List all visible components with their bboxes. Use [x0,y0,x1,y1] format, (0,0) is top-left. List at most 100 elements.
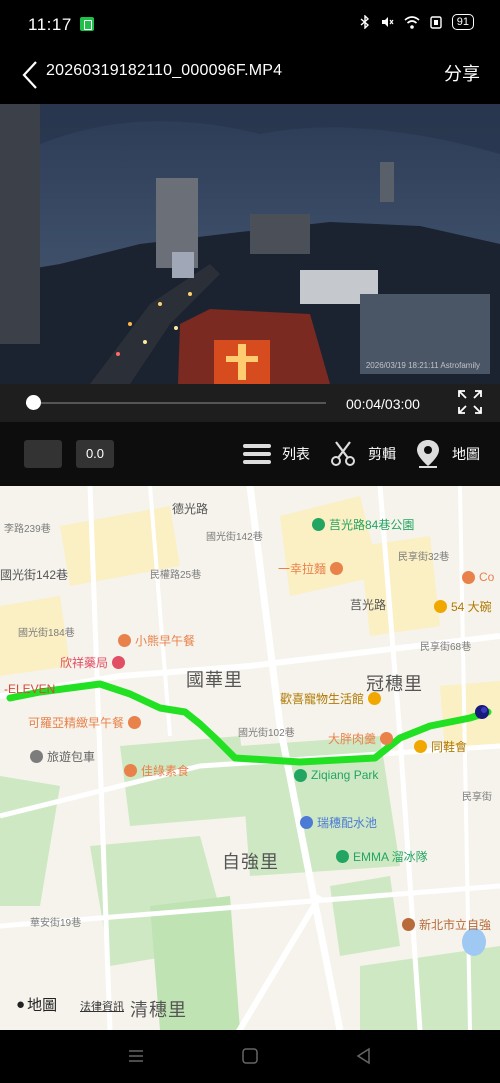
district-label: 清穗里 [130,1000,187,1020]
restaurant-icon [118,634,131,647]
app-notification-icon [80,17,94,31]
map-pin-icon [417,440,439,468]
map-label: 地圖 [452,446,480,462]
street-label: 民享街68巷 [420,642,472,653]
restaurant-icon [380,732,394,745]
playback-time: 00:04/03:00 [346,396,420,412]
poi-label: 欣祥藥局 [60,656,109,670]
poi-label: 新北市立自強 [419,918,492,932]
map-poi[interactable]: 瑞穗配水池 [300,814,377,831]
poi-label: 大胖肉羹 [328,732,377,746]
district-label: 國華里 [186,670,243,690]
shop-icon [368,692,382,705]
status-bar: 11:17 91 [0,0,500,50]
pharmacy-icon [112,656,126,669]
back-arrow-icon[interactable] [18,58,42,92]
street-label: 民享街 [462,792,492,803]
poi-label: 一幸拉麵 [278,562,327,576]
park-icon [294,768,307,782]
map-poi[interactable]: Co [462,570,494,584]
file-title: 20260319182110_000096F.MP4 [46,62,283,79]
status-icons: 91 [360,14,474,30]
back-icon[interactable] [354,1046,374,1066]
scissors-icon [331,441,355,466]
list-button[interactable]: 列表 [242,436,310,472]
map-poi[interactable]: 可羅亞精緻早午餐 [28,714,142,731]
mute-icon [381,17,394,27]
legal-link[interactable]: 法律資訊 [80,998,124,1014]
list-icon [243,444,271,464]
map-poi[interactable]: 一幸拉麵 [278,560,344,577]
poi-label: 小熊早午餐 [135,634,196,648]
video-timestamp-overlay: 2026/03/19 18:21:11 Astrofamily [365,361,480,370]
edit-label: 剪輯 [368,446,396,462]
video-frame [0,104,500,384]
reservoir-icon [300,816,313,829]
map-poi[interactable]: EMMA 溜冰隊 [336,848,428,865]
blank-control-box[interactable] [24,440,62,468]
map-button[interactable]: 地圖 [414,436,480,472]
bluetooth-icon [360,15,369,29]
wifi-icon [404,15,420,29]
seek-bar[interactable] [26,402,326,404]
map-poi[interactable]: 54 大碗 [434,598,492,615]
restaurant-icon [128,716,142,729]
map-poi[interactable]: 欣祥藥局 [60,654,126,671]
poi-label: 佳綠素食 [141,764,190,778]
title-bar: 20260319182110_000096F.MP4 分享 [0,50,500,104]
map-poi[interactable]: 莒光路84巷公園 [312,516,414,533]
school-icon [402,918,415,931]
sim-icon [430,15,442,29]
street-label: 國光街184巷 [18,628,75,639]
map-poi[interactable]: 旅遊包車 [30,748,95,765]
toolbar: 0.0 列表 剪輯 地圖 [0,422,500,486]
shop-icon [414,740,427,753]
restaurant-icon [124,764,137,777]
poi-label: Ziqiang Park [311,768,379,782]
restaurant-icon [330,562,344,575]
map-poi[interactable]: 新北市立自強 [402,916,491,933]
apple-logo-icon: ● [16,996,26,1013]
fullscreen-icon[interactable] [456,388,484,416]
street-label: 民享街32巷 [398,552,450,563]
poi-label: 歡喜寵物生活館 [280,692,365,706]
system-nav-bar [0,1030,500,1083]
value-display[interactable]: 0.0 [76,440,114,468]
home-icon[interactable] [240,1046,260,1066]
maps-brand-label: 地圖 [27,997,58,1014]
map-poi[interactable]: 歡喜寵物生活館 [280,690,382,707]
video-player[interactable]: 2026/03/19 18:21:11 Astrofamily [0,104,500,384]
poi-label: 莒光路84巷公園 [329,518,415,532]
street-label: 華安街19巷 [30,918,82,929]
menu-icon[interactable] [126,1046,146,1066]
shop-icon [462,570,475,584]
poi-label: 54 大碗 [451,600,492,614]
map-poi[interactable]: -ELEVEN [4,682,55,696]
poi-label: 瑞穗配水池 [317,816,378,830]
park-icon [312,518,325,531]
travel-icon [30,750,43,763]
map-poi[interactable]: Ziqiang Park [294,768,378,782]
maps-brand: ● 地圖 [16,994,57,1015]
poi-label: Co [479,570,495,584]
status-time: 11:17 [28,15,72,34]
player-controls: 00:04/03:00 [0,384,500,422]
poi-label: EMMA 溜冰隊 [353,850,428,864]
street-label: 李路239巷 [4,524,51,535]
map-poi[interactable]: 佳綠素食 [124,762,189,779]
district-label: 自強里 [222,852,279,872]
poi-label: 同鞋會 [431,740,468,754]
map-poi[interactable]: 小熊早午餐 [118,632,195,649]
restaurant-icon [434,600,447,613]
poi-label: 旅遊包車 [47,750,96,764]
seek-handle[interactable] [26,395,41,410]
sports-icon [336,850,349,863]
street-label: 民權路25巷 [150,570,202,581]
list-label: 列表 [282,446,310,462]
map-poi[interactable]: 大胖肉羹 [328,730,394,747]
edit-button[interactable]: 剪輯 [328,436,396,472]
share-button[interactable]: 分享 [444,60,480,86]
street-label: 國光街142巷 [206,532,263,543]
map-view[interactable]: 李路239巷 德光路 國光街142巷 民權路25巷 國光街142巷 國光街184… [0,486,500,1030]
map-poi[interactable]: 同鞋會 [414,738,467,755]
